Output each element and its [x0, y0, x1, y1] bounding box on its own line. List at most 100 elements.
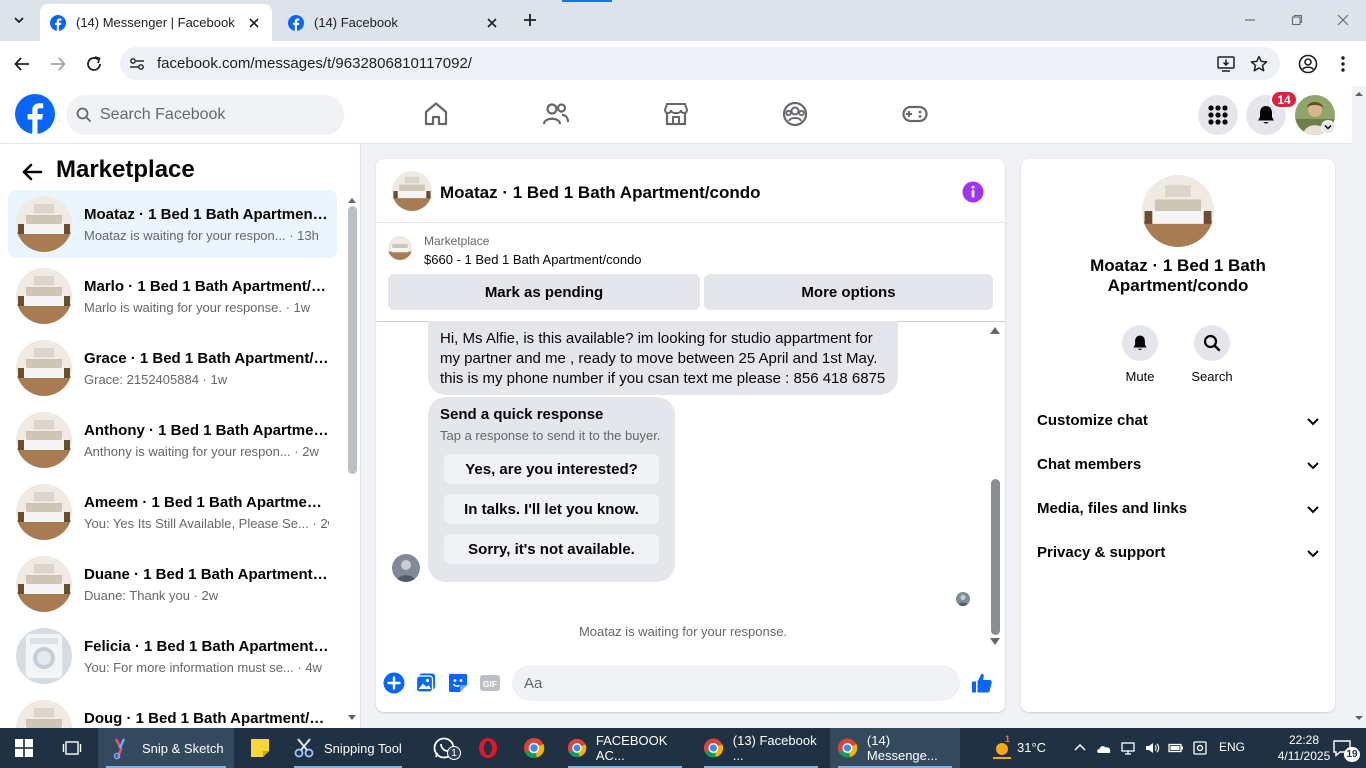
groups-icon[interactable]: [781, 100, 809, 128]
quick-response-option[interactable]: In talks. I'll let you know.: [444, 494, 659, 524]
install-app-icon[interactable]: [1216, 54, 1236, 74]
chrome-icon: [524, 738, 545, 758]
forward-arrow-icon[interactable]: [46, 52, 70, 76]
conversation-item[interactable]: Moataz · 1 Bed 1 Bath Apartment/condo Mo…: [8, 190, 337, 258]
conversation-item[interactable]: Duane · 1 Bed 1 Bath Apartment/condo Dua…: [8, 550, 337, 618]
conversation-item[interactable]: Felicia · 1 Bed 1 Bath Apartment/condo Y…: [8, 622, 337, 690]
thumbs-up-icon[interactable]: [970, 671, 994, 695]
listing-price-title[interactable]: $660 - 1 Bed 1 Bath Apartment/condo: [424, 252, 642, 267]
close-window-icon[interactable]: [1333, 10, 1353, 30]
photo-gallery-icon[interactable]: [414, 671, 438, 695]
tab-close-icon[interactable]: [246, 15, 262, 31]
listing-mini-thumbnail[interactable]: [388, 236, 412, 260]
tab-loading-indicator: [562, 0, 612, 2]
gif-icon[interactable]: GIF: [478, 671, 502, 695]
chat-scroll-thumb[interactable]: [991, 479, 1000, 635]
meet-now-icon[interactable]: [1192, 740, 1208, 756]
input-language-indicator[interactable]: ENG: [1219, 740, 1245, 754]
message-input-box[interactable]: [512, 665, 960, 701]
tab-search-dropdown-icon[interactable]: [5, 7, 33, 33]
marketplace-label: Marketplace: [424, 234, 490, 248]
temperature-text[interactable]: 31°C: [1017, 740, 1046, 755]
volume-icon[interactable]: [1144, 740, 1160, 756]
restore-icon[interactable]: [1287, 10, 1307, 30]
page-scrollbar[interactable]: [1352, 86, 1366, 728]
section-label: Media, files and links: [1037, 500, 1188, 517]
bookmark-star-icon[interactable]: [1249, 54, 1269, 74]
weather-widget[interactable]: 1: [986, 728, 1018, 768]
show-hidden-icons-chevron-icon[interactable]: [1072, 740, 1088, 756]
more-options-button[interactable]: More options: [704, 274, 993, 310]
customize-chat-section[interactable]: Customize chat: [1029, 399, 1327, 443]
task-view-icon: [62, 741, 82, 755]
marketplace-icon[interactable]: [662, 100, 690, 128]
onedrive-icon[interactable]: [1096, 740, 1112, 756]
facebook-search-box[interactable]: [66, 95, 344, 135]
reload-icon[interactable]: [82, 52, 106, 76]
menu-grid-button[interactable]: [1198, 95, 1238, 135]
conversation-item[interactable]: Anthony · 1 Bed 1 Bath Apartment/condo A…: [8, 406, 337, 474]
search-action[interactable]: Search: [1182, 325, 1242, 384]
conversation-item[interactable]: Grace · 1 Bed 1 Bath Apartment/condo Gra…: [8, 334, 337, 402]
privacy-support-section[interactable]: Privacy & support: [1029, 531, 1327, 575]
sender-avatar[interactable]: [392, 554, 420, 582]
profile-icon[interactable]: [1296, 52, 1320, 76]
sidebar-scroll-thumb[interactable]: [348, 206, 357, 474]
chat-listing-thumbnail[interactable]: [392, 171, 432, 211]
site-settings-icon[interactable]: [128, 55, 146, 73]
conversation-item[interactable]: Doug · 1 Bed 1 Bath Apartment/condo: [8, 694, 337, 728]
home-icon[interactable]: [422, 100, 450, 128]
taskbar-app-facebook-ac[interactable]: FACEBOOK AC...: [560, 728, 690, 768]
search-icon: [1194, 325, 1230, 361]
info-icon[interactable]: [962, 181, 984, 203]
notification-center-button[interactable]: 19: [1322, 728, 1362, 768]
taskbar-app-opera[interactable]: [464, 728, 512, 768]
chat-members-section[interactable]: Chat members: [1029, 443, 1327, 487]
sticker-icon[interactable]: [446, 671, 470, 695]
taskbar-app-chrome[interactable]: [510, 728, 558, 768]
network-icon[interactable]: [1120, 740, 1136, 756]
search-label: Search: [1191, 369, 1233, 384]
marketplace-inbox-sidebar: Marketplace Moataz · 1 Bed 1 Bath Apartm…: [0, 144, 361, 728]
taskbar-app-whatsapp[interactable]: 1: [420, 728, 468, 768]
listing-thumbnail: [16, 340, 72, 396]
plus-circle-icon[interactable]: [382, 671, 406, 695]
conversation-item[interactable]: Ameem · 1 Bed 1 Bath Apartment/condo You…: [8, 478, 337, 546]
taskbar-app-snip-sketch[interactable]: Snip & Sketch: [98, 728, 234, 768]
seen-receipt-avatar: [956, 592, 970, 606]
conversation-item[interactable]: Marlo · 1 Bed 1 Bath Apartment/condo Mar…: [8, 262, 337, 330]
mark-as-pending-button[interactable]: Mark as pending: [388, 274, 700, 310]
task-view-button[interactable]: [48, 728, 96, 768]
media-files-links-section[interactable]: Media, files and links: [1029, 487, 1327, 531]
chat-title[interactable]: Moataz · 1 Bed 1 Bath Apartment/condo: [440, 183, 761, 203]
taskbar-app-facebook[interactable]: (13) Facebook ...: [696, 728, 826, 768]
battery-icon[interactable]: [1168, 740, 1184, 756]
friends-icon[interactable]: [542, 100, 570, 128]
browser-menu-icon[interactable]: [1331, 52, 1355, 76]
tab-facebook[interactable]: (14) Facebook: [278, 4, 510, 41]
facebook-logo-icon[interactable]: [15, 94, 55, 134]
quick-response-option[interactable]: Sorry, it's not available.: [444, 534, 659, 564]
chat-scroll-down-icon[interactable]: [989, 637, 1001, 647]
url-text[interactable]: facebook.com/messages/t/9632806810117092…: [157, 55, 472, 72]
taskbar-app-snipping-tool[interactable]: Snipping Tool: [286, 728, 410, 768]
address-bar[interactable]: facebook.com/messages/t/9632806810117092…: [120, 47, 1280, 80]
start-button[interactable]: [0, 728, 48, 768]
taskbar-app-messenger[interactable]: (14) Messenge...: [830, 728, 960, 768]
facebook-search-input[interactable]: [100, 106, 330, 124]
account-dropdown-icon[interactable]: [1321, 120, 1335, 134]
new-tab-plus-icon[interactable]: [520, 10, 540, 30]
quick-response-option[interactable]: Yes, are you interested?: [444, 454, 659, 484]
mute-action[interactable]: Mute: [1110, 325, 1170, 384]
gaming-icon[interactable]: [901, 100, 929, 128]
tab-close-icon[interactable]: [484, 15, 500, 31]
tab-messenger[interactable]: (14) Messenger | Facebook: [40, 4, 272, 41]
back-arrow-icon[interactable]: [20, 160, 44, 184]
minimize-icon[interactable]: [1240, 10, 1260, 30]
taskbar-app-sticky-notes[interactable]: [236, 728, 284, 768]
message-input[interactable]: [512, 665, 922, 701]
conversation-preview: Marlo is waiting for your response. · 1w: [84, 300, 311, 315]
details-listing-thumbnail[interactable]: [1142, 175, 1214, 247]
back-arrow-icon[interactable]: [10, 52, 34, 76]
chat-scroll-up-icon[interactable]: [989, 325, 1001, 335]
